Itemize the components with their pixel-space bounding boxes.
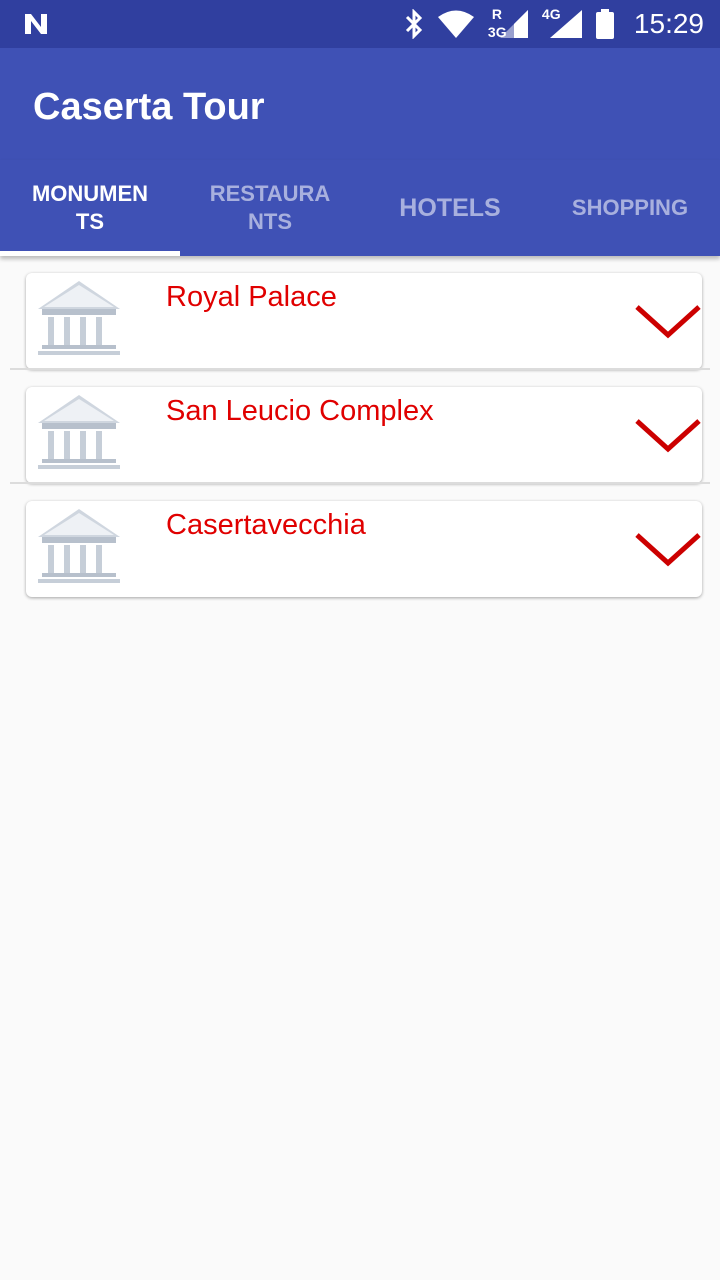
tab-restaurants-label: RESTAURA NTS xyxy=(209,181,331,234)
monument-icon xyxy=(38,281,120,355)
list-item: Casertavecchia xyxy=(0,484,720,598)
signal-3g-icon: 3G R xyxy=(488,4,528,44)
status-time: 15:29 xyxy=(633,8,704,39)
monument-card[interactable]: San Leucio Complex xyxy=(26,387,702,483)
bluetooth-icon xyxy=(405,9,423,39)
monument-title: Royal Palace xyxy=(166,281,337,313)
monument-card[interactable]: Casertavecchia xyxy=(26,501,702,597)
monument-icon xyxy=(38,395,120,469)
battery-icon xyxy=(595,9,614,39)
notification-n-icon xyxy=(25,14,47,34)
list-item: Royal Palace xyxy=(0,256,720,370)
tab-monuments[interactable]: MONUMEN TS xyxy=(0,160,180,256)
app-bar: Caserta Tour xyxy=(0,48,720,160)
tab-hotels[interactable]: HOTELS xyxy=(360,160,540,256)
tab-hotels-label: HOTELS xyxy=(399,194,501,222)
tab-monuments-label: MONUMEN TS xyxy=(31,181,149,234)
monument-card[interactable]: Royal Palace xyxy=(26,273,702,369)
chevron-down-icon[interactable] xyxy=(634,529,702,571)
monument-list: Royal Palace San Leucio Complex Casertav… xyxy=(0,256,720,598)
signal-4g-icon: 4G xyxy=(542,4,582,44)
tab-restaurants[interactable]: RESTAURA NTS xyxy=(180,160,360,256)
app-title: Caserta Tour xyxy=(33,86,265,128)
list-item: San Leucio Complex xyxy=(0,370,720,484)
monument-title: San Leucio Complex xyxy=(166,395,434,427)
monument-icon xyxy=(38,509,120,583)
chevron-down-icon[interactable] xyxy=(634,415,702,457)
tab-shopping-label: SHOPPING xyxy=(571,195,689,220)
monument-title: Casertavecchia xyxy=(166,509,366,541)
tab-shopping[interactable]: SHOPPING xyxy=(540,160,720,256)
tab-bar: MONUMEN TS RESTAURA NTS HOTELS SHOPPING xyxy=(0,160,720,256)
status-bar: 3G R 4G 15:29 xyxy=(0,0,720,48)
chevron-down-icon[interactable] xyxy=(634,301,702,343)
wifi-icon xyxy=(437,10,474,38)
